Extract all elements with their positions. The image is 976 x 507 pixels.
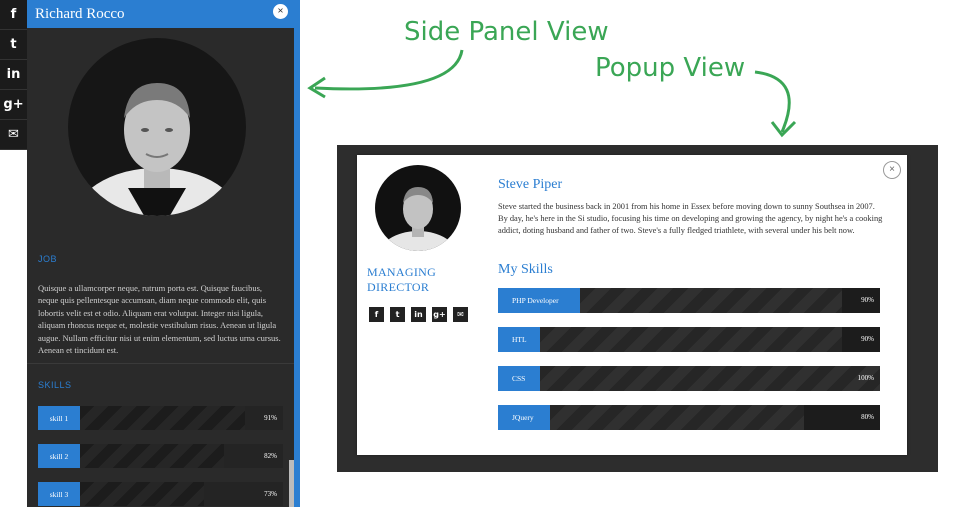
facebook-icon[interactable]: f bbox=[0, 0, 27, 30]
job-description: Quisque a ullamcorper neque, rutrum port… bbox=[38, 283, 281, 356]
skill-bar-fill bbox=[540, 366, 880, 391]
side-panel-skills-list: skill 1 91% skill 2 82% skill 3 73% bbox=[27, 406, 294, 507]
skill-bar: JQuery 80% bbox=[498, 405, 880, 430]
popup-bio: Steve started the business back in 2001 … bbox=[498, 202, 883, 235]
skills-section-title: SKILLS bbox=[38, 380, 72, 391]
twitter-icon[interactable]: t bbox=[390, 307, 405, 322]
scrollbar[interactable] bbox=[289, 460, 294, 507]
skill-label: skill 2 bbox=[38, 444, 80, 469]
side-panel-name: Richard Rocco bbox=[35, 5, 125, 22]
twitter-icon[interactable]: t bbox=[0, 30, 27, 60]
skill-bar-fill bbox=[80, 444, 225, 469]
skill-percent: 82% bbox=[264, 452, 277, 461]
skill-bar: skill 1 91% bbox=[38, 406, 283, 431]
social-share-bar: f t in g+ ✉ bbox=[0, 0, 27, 150]
skill-bar: skill 3 73% bbox=[38, 482, 283, 507]
side-panel-header: Richard Rocco × bbox=[27, 0, 294, 28]
role-line: MANAGING bbox=[367, 265, 437, 279]
person-portrait-icon bbox=[379, 187, 457, 251]
profile-photo bbox=[375, 165, 461, 251]
mail-icon[interactable]: ✉ bbox=[0, 120, 27, 150]
skill-bar-fill bbox=[540, 327, 842, 352]
popup-skills-title: My Skills bbox=[498, 262, 553, 277]
linkedin-icon[interactable]: in bbox=[411, 307, 426, 322]
skill-label: HTL bbox=[498, 327, 540, 352]
skill-bar-fill bbox=[550, 405, 804, 430]
skill-bar: HTL 90% bbox=[498, 327, 880, 352]
skill-label: skill 1 bbox=[38, 406, 80, 431]
profile-popup: × MANAGING DIRECTOR f t in g+ ✉ Steve Pi… bbox=[357, 155, 907, 455]
person-portrait-icon bbox=[72, 83, 242, 216]
skill-bar-fill bbox=[580, 288, 842, 313]
profile-photo bbox=[68, 38, 246, 216]
skill-label: skill 3 bbox=[38, 482, 80, 507]
profile-photo-area bbox=[27, 28, 294, 238]
skill-bar: CSS 100% bbox=[498, 366, 880, 391]
role-line: DIRECTOR bbox=[367, 280, 430, 294]
skill-label: CSS bbox=[498, 366, 540, 391]
skill-bar-fill bbox=[80, 406, 245, 431]
role-title: MANAGING DIRECTOR bbox=[367, 265, 467, 295]
job-section-title: JOB bbox=[38, 254, 58, 264]
side-panel-view-annotation: Side Panel View bbox=[404, 17, 609, 47]
facebook-icon[interactable]: f bbox=[369, 307, 384, 322]
close-icon[interactable]: × bbox=[273, 4, 288, 19]
popup-view-annotation: Popup View bbox=[595, 53, 746, 83]
skill-percent: 100% bbox=[857, 374, 874, 382]
skill-bar: skill 2 82% bbox=[38, 444, 283, 469]
google-plus-icon[interactable]: g+ bbox=[432, 307, 447, 322]
close-icon[interactable]: × bbox=[883, 161, 901, 179]
skill-bar: PHP Developer 90% bbox=[498, 288, 880, 313]
skill-percent: 91% bbox=[264, 414, 277, 423]
mail-icon[interactable]: ✉ bbox=[453, 307, 468, 322]
skill-percent: 90% bbox=[861, 335, 874, 343]
skill-percent: 80% bbox=[861, 413, 874, 421]
linkedin-icon[interactable]: in bbox=[0, 60, 27, 90]
popup-name: Steve Piper bbox=[498, 177, 563, 192]
skill-label: JQuery bbox=[498, 405, 550, 430]
skill-bar-fill bbox=[80, 482, 204, 507]
google-plus-icon[interactable]: g+ bbox=[0, 90, 27, 120]
skill-percent: 73% bbox=[264, 490, 277, 499]
side-panel: Richard Rocco × JOB Quisque a ullamcorpe… bbox=[27, 0, 300, 507]
skill-label: PHP Developer bbox=[498, 288, 580, 313]
skill-percent: 90% bbox=[861, 296, 874, 304]
popup-social-links: f t in g+ ✉ bbox=[369, 307, 468, 322]
